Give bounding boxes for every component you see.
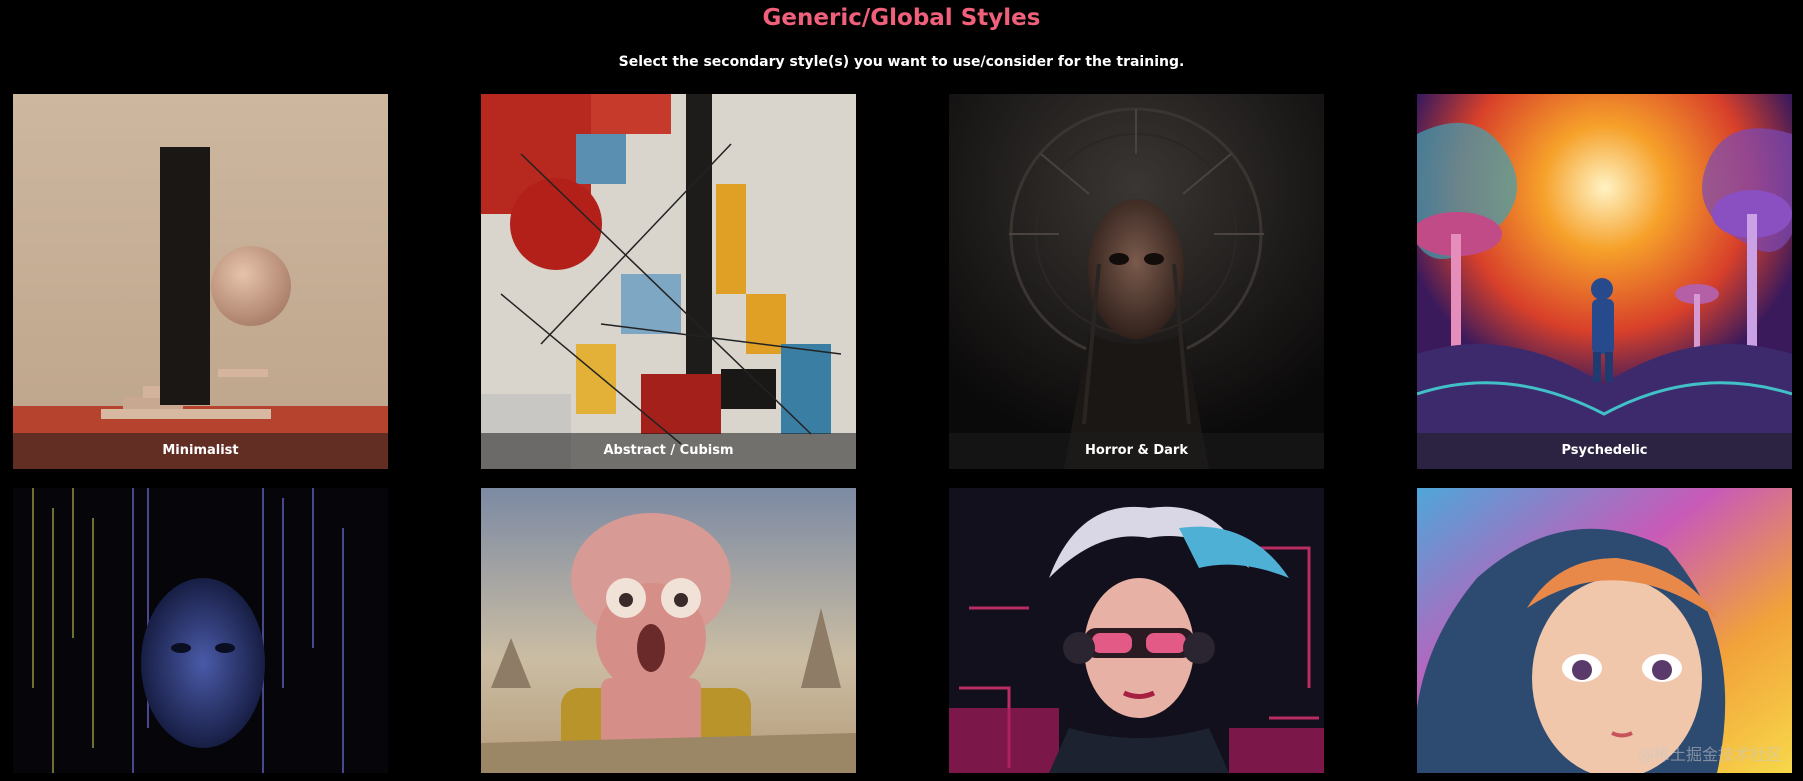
style-card-psychedelic[interactable]: Psychedelic — [1417, 94, 1792, 469]
page-subtitle: Select the secondary style(s) you want t… — [618, 54, 1185, 70]
style-card-anime-girl[interactable]: @稀土掘金技术社区 — [1417, 488, 1792, 773]
minimalist-image — [13, 94, 388, 469]
surreal-creature-image — [481, 488, 856, 773]
style-label: Horror & Dark — [949, 433, 1324, 469]
style-card-surreal-creature[interactable] — [481, 488, 856, 773]
style-selection-page: Generic/Global Styles Select the seconda… — [0, 0, 1803, 781]
style-label: Abstract / Cubism — [481, 433, 856, 469]
page-title: Generic/Global Styles — [762, 5, 1041, 31]
cyberpunk-girl-image — [949, 488, 1324, 773]
style-card-matrix-portrait[interactable] — [13, 488, 388, 773]
anime-girl-image — [1417, 488, 1792, 773]
style-card-abstract-cubism[interactable]: Abstract / Cubism — [481, 94, 856, 469]
style-label: Minimalist — [13, 433, 388, 469]
style-card-minimalist[interactable]: Minimalist — [13, 94, 388, 469]
psychedelic-image — [1417, 94, 1792, 469]
style-label: Psychedelic — [1417, 433, 1792, 469]
matrix-portrait-image — [13, 488, 388, 773]
style-card-horror-dark[interactable]: Horror & Dark — [949, 94, 1324, 469]
style-card-cyberpunk-girl[interactable] — [949, 488, 1324, 773]
horror-dark-image — [949, 94, 1324, 469]
abstract-cubism-image — [481, 94, 856, 469]
watermark: @稀土掘金技术社区 — [1637, 745, 1782, 764]
